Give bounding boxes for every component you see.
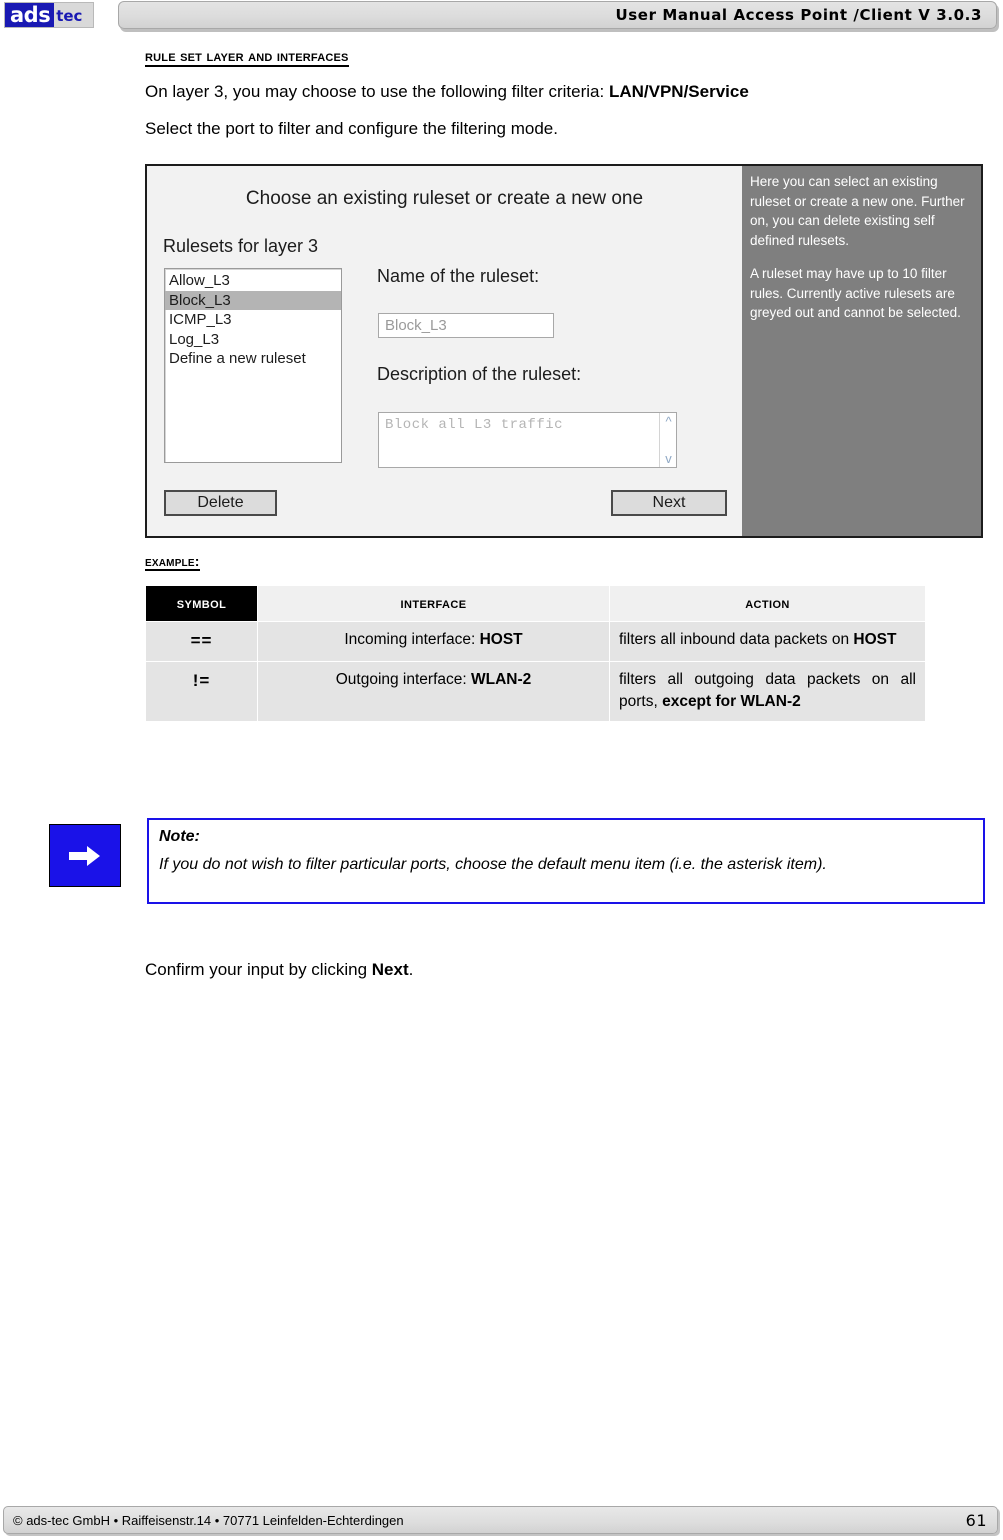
cell-interface: Incoming interface: HOST bbox=[257, 621, 610, 662]
description-scrollbar[interactable]: ^ v bbox=[659, 413, 676, 467]
cell-interface-emphasis: HOST bbox=[479, 631, 523, 648]
paragraph-filter-criteria: On layer 3, you may choose to use the fo… bbox=[145, 81, 985, 104]
wizard-form-panel: Choose an existing ruleset or create a n… bbox=[147, 166, 742, 536]
delete-button[interactable]: Delete bbox=[164, 490, 277, 516]
rulesets-listbox[interactable]: Allow_L3 Block_L3 ICMP_L3 Log_L3 Define … bbox=[164, 268, 342, 463]
cell-symbol: == bbox=[145, 621, 258, 662]
example-heading: Example: bbox=[145, 553, 200, 571]
table-row: != Outgoing interface: WLAN-2 filters al… bbox=[145, 660, 926, 722]
ruleset-description-value: Block all L3 traffic bbox=[385, 417, 564, 433]
arrow-right-icon bbox=[49, 824, 121, 887]
listbox-item[interactable]: Log_L3 bbox=[165, 330, 341, 350]
help-paragraph-2: A ruleset may have up to 10 filter rules… bbox=[750, 266, 961, 321]
document-title: User Manual Access Point /Client V 3.0.3 bbox=[615, 6, 982, 24]
ruleset-description-label: Description of the ruleset: bbox=[377, 364, 582, 384]
cell-interface-text: Incoming interface: bbox=[344, 631, 480, 648]
scroll-down-icon[interactable]: v bbox=[662, 452, 675, 465]
cell-action-text: filters all inbound data packets on bbox=[619, 631, 854, 648]
example-table: Symbol Interface Action == Incoming inte… bbox=[145, 585, 926, 722]
paragraph-filter-criteria-text: On layer 3, you may choose to use the fo… bbox=[145, 82, 609, 101]
paragraph-confirm-suffix: . bbox=[408, 960, 414, 979]
wizard-heading: Choose an existing ruleset or create a n… bbox=[245, 188, 644, 209]
ruleset-wizard-figure: Choose an existing ruleset or create a n… bbox=[145, 164, 983, 538]
page-footer: © ads-tec GmbH • Raiffeisenstr.14 • 7077… bbox=[3, 1506, 998, 1534]
note-box: Note: If you do not wish to filter parti… bbox=[147, 818, 985, 904]
table-header-action: Action bbox=[609, 585, 926, 622]
ruleset-name-input[interactable]: Block_L3 bbox=[378, 313, 554, 338]
listbox-item[interactable]: Allow_L3 bbox=[165, 271, 341, 291]
section-heading: Rule set Layer and Interfaces bbox=[145, 48, 349, 67]
paragraph-filter-criteria-emphasis: LAN/VPN/Service bbox=[608, 82, 749, 101]
ruleset-description-textarea[interactable]: Block all L3 traffic ^ v bbox=[378, 412, 677, 468]
table-header-row: Symbol Interface Action bbox=[145, 585, 926, 622]
cell-action-emphasis: except for WLAN-2 bbox=[662, 693, 801, 711]
ruleset-name-label: Name of the ruleset: bbox=[377, 266, 540, 286]
table-row: == Incoming interface: HOST filters all … bbox=[145, 621, 926, 662]
note-title: Note: bbox=[159, 828, 200, 845]
cell-action-emphasis: HOST bbox=[853, 631, 897, 648]
footer-page-number: 61 bbox=[965, 1510, 987, 1530]
cell-interface-text: Outgoing interface: bbox=[335, 670, 471, 688]
cell-interface: Outgoing interface: WLAN-2 bbox=[257, 660, 610, 722]
cell-symbol: != bbox=[145, 660, 258, 722]
listbox-item[interactable]: Define a new ruleset bbox=[165, 349, 341, 369]
header-title-bar: User Manual Access Point /Client V 3.0.3 bbox=[118, 1, 997, 29]
listbox-item[interactable]: ICMP_L3 bbox=[165, 310, 341, 330]
table-header-symbol: Symbol bbox=[145, 585, 258, 622]
listbox-item[interactable]: Block_L3 bbox=[165, 290, 341, 310]
paragraph-select-port: Select the port to filter and configure … bbox=[145, 118, 558, 138]
scroll-up-icon[interactable]: ^ bbox=[662, 415, 675, 428]
cell-interface-emphasis: WLAN-2 bbox=[471, 670, 532, 688]
note-text: If you do not wish to filter particular … bbox=[159, 856, 827, 873]
table-header-interface: Interface bbox=[257, 585, 610, 622]
footer-copyright: © ads-tec GmbH • Raiffeisenstr.14 • 7077… bbox=[13, 1512, 404, 1528]
page-header: ads tec User Manual Access Point /Client… bbox=[0, 0, 1003, 40]
paragraph-confirm-emphasis: Next bbox=[371, 960, 409, 979]
rulesets-label: Rulesets for layer 3 bbox=[163, 236, 319, 256]
logo-tec-text: tec bbox=[56, 6, 83, 25]
cell-action: filters all outgoing data packets on all… bbox=[609, 660, 926, 722]
logo-ads-text: ads bbox=[5, 3, 55, 27]
paragraph-confirm-text: Confirm your input by clicking bbox=[145, 960, 372, 979]
company-logo: ads tec bbox=[4, 2, 94, 28]
help-paragraph-1: Here you can select an existing ruleset … bbox=[750, 174, 965, 248]
next-button[interactable]: Next bbox=[611, 490, 727, 516]
wizard-help-panel: Here you can select an existing ruleset … bbox=[742, 166, 981, 536]
main-content: Rule set Layer and Interfaces On layer 3… bbox=[145, 48, 985, 155]
paragraph-confirm: Confirm your input by clicking Next. bbox=[145, 960, 413, 980]
cell-action: filters all inbound data packets on HOST bbox=[609, 621, 926, 662]
